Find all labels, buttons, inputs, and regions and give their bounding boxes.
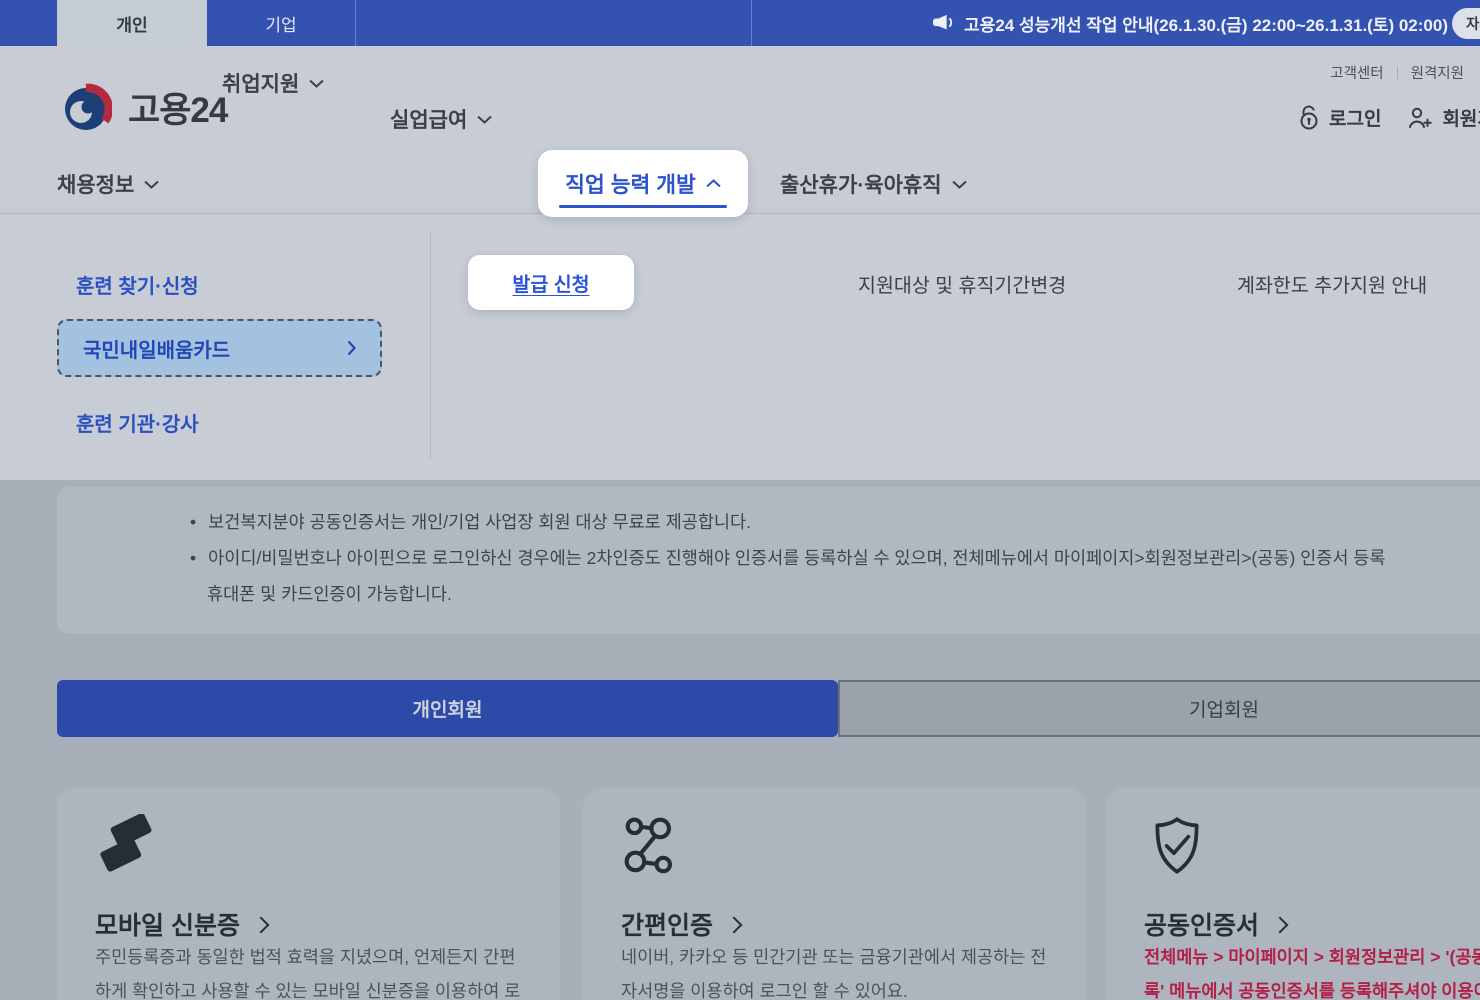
- submenu-item-account-limit-info[interactable]: 계좌한도 추가지원 안내: [1237, 269, 1427, 298]
- site-tab-corporate[interactable]: 기업: [207, 0, 355, 46]
- top-bar: 개인 기업 고용24 성능개선 작업 안내(26.1.30.(금) 22:00~…: [0, 0, 1480, 46]
- notice-bullet: 아이디/비밀번호나 아이핀으로 로그인하신 경우에는 2차인증도 진행해야 인증…: [190, 545, 1386, 570]
- chevron-down-icon: [144, 180, 159, 189]
- nav-label: 직업 능력 개발: [565, 168, 696, 199]
- megaphone-icon: [932, 13, 954, 33]
- notice-bullet-continued: 휴대폰 및 카드인증이 가능합니다.: [207, 581, 452, 606]
- menu-divider: [430, 230, 431, 460]
- nav-item-employment-info[interactable]: 채용정보: [57, 169, 159, 199]
- active-nav-underline: [559, 205, 727, 209]
- layers-icon: [95, 814, 161, 880]
- customer-center-link[interactable]: 고객센터: [1330, 62, 1383, 83]
- utility-links: 고객센터 원격지원: [1330, 62, 1464, 83]
- logo-text: 고용24: [128, 82, 227, 133]
- card-title: 모바일 신분증: [95, 906, 267, 942]
- nav-item-unemployment-benefits[interactable]: 실업급여: [390, 104, 492, 134]
- chevron-right-icon: [1272, 916, 1289, 933]
- shield-check-icon: [1144, 814, 1210, 880]
- login-label: 로그인: [1329, 104, 1381, 131]
- mega-menu: 훈련 찾기·신청 국민내일배움카드 훈련 기관·강사 발급 신청 지원대상 및 …: [0, 214, 1480, 480]
- page: 개인 기업 고용24 성능개선 작업 안내(26.1.30.(금) 22:00~…: [0, 0, 1480, 1000]
- chevron-down-icon: [952, 180, 967, 189]
- card-title: 공동인증서: [1144, 906, 1286, 942]
- card-description-emphasis: 전체메뉴 > 마이페이지 > 회원정보관리 > '(공동) 인증서 등록' 메뉴…: [1144, 940, 1480, 1000]
- topbar-separator: [355, 0, 356, 46]
- login-card-mobile-id[interactable]: 모바일 신분증 주민등록증과 동일한 법적 효력을 지녔으며, 언제든지 간편하…: [57, 788, 560, 1000]
- site-header: 고객센터 원격지원 고용24: [0, 46, 1480, 214]
- auth-links: 로그인 회원가입: [1298, 104, 1480, 131]
- utility-divider: [1397, 66, 1398, 79]
- lock-icon: [1298, 105, 1320, 130]
- logo[interactable]: 고용24: [62, 82, 227, 133]
- remote-support-link[interactable]: 원격지원: [1411, 62, 1464, 83]
- nav-item-job-support[interactable]: 취업지원: [222, 68, 324, 98]
- maintenance-announcement-link[interactable]: 고용24 성능개선 작업 안내(26.1.30.(금) 22:00~26.1.3…: [932, 0, 1448, 46]
- nav-label: 채용정보: [57, 169, 134, 199]
- dimmed-page-content: 보건복지분야 공동인증서는 개인/기업 사업장 회원 대상 무료로 제공합니다.…: [0, 480, 1480, 1000]
- submenu-item-support-target-change[interactable]: 지원대상 및 휴직기간변경: [858, 269, 1066, 298]
- chevron-right-icon: [726, 916, 743, 933]
- signup-button[interactable]: 회원가입: [1407, 104, 1480, 131]
- chevron-right-icon: [347, 340, 356, 356]
- login-card-joint-certificate[interactable]: 공동인증서 전체메뉴 > 마이페이지 > 회원정보관리 > '(공동) 인증서 …: [1106, 788, 1480, 1000]
- login-button[interactable]: 로그인: [1298, 104, 1381, 131]
- nav-label: 출산휴가·육아휴직: [780, 169, 942, 199]
- chevron-up-icon: [706, 179, 721, 188]
- announcement-text: 고용24 성능개선 작업 안내(26.1.30.(금) 22:00~26.1.3…: [964, 11, 1448, 36]
- menu-item-label: 국민내일배움카드: [83, 334, 230, 363]
- nav-label: 취업지원: [222, 68, 299, 98]
- nav-item-vocational-development[interactable]: 직업 능력 개발: [538, 150, 748, 217]
- member-tab-corporate[interactable]: 기업회원: [838, 680, 1480, 737]
- notice-bullet: 보건복지분야 공동인증서는 개인/기업 사업장 회원 대상 무료로 제공합니다.: [190, 509, 751, 534]
- site-tab-individual[interactable]: 개인: [57, 0, 207, 46]
- chevron-down-icon: [309, 79, 324, 88]
- topbar-separator: [751, 0, 752, 46]
- chevron-right-icon: [252, 916, 269, 933]
- menu-item-training-search[interactable]: 훈련 찾기·신청: [76, 270, 199, 299]
- card-description: 주민등록증과 동일한 법적 효력을 지녔으며, 언제든지 간편하게 확인하고 사…: [95, 940, 527, 1000]
- signup-label: 회원가입: [1442, 104, 1480, 131]
- login-card-simple-auth[interactable]: 간편인증 네이버, 카카오 등 민간기관 또는 금융기관에서 제공하는 전자서명…: [583, 788, 1086, 1000]
- submenu-item-card-issuance[interactable]: 발급 신청: [468, 255, 634, 310]
- nav-item-maternity-parental-leave[interactable]: 출산휴가·육아휴직: [780, 169, 967, 199]
- member-tab-individual[interactable]: 개인회원: [57, 680, 838, 737]
- person-plus-icon: [1407, 106, 1433, 129]
- card-title: 간편인증: [621, 906, 740, 942]
- card-description: 네이버, 카카오 등 민간기관 또는 금융기관에서 제공하는 전자서명을 이용하…: [621, 940, 1053, 1000]
- menu-item-training-institutions[interactable]: 훈련 기관·강사: [76, 408, 199, 437]
- nav-label: 실업급여: [390, 104, 467, 134]
- certificate-notice-box: 보건복지분야 공동인증서는 개인/기업 사업장 회원 대상 무료로 제공합니다.…: [57, 487, 1480, 634]
- announcement-detail-button[interactable]: 자세히보기: [1452, 8, 1480, 39]
- menu-item-tomorrow-learning-card[interactable]: 국민내일배움카드: [57, 319, 382, 377]
- chevron-down-icon: [477, 115, 492, 124]
- gov-emblem-icon: [62, 83, 112, 133]
- share-nodes-icon: [621, 814, 687, 880]
